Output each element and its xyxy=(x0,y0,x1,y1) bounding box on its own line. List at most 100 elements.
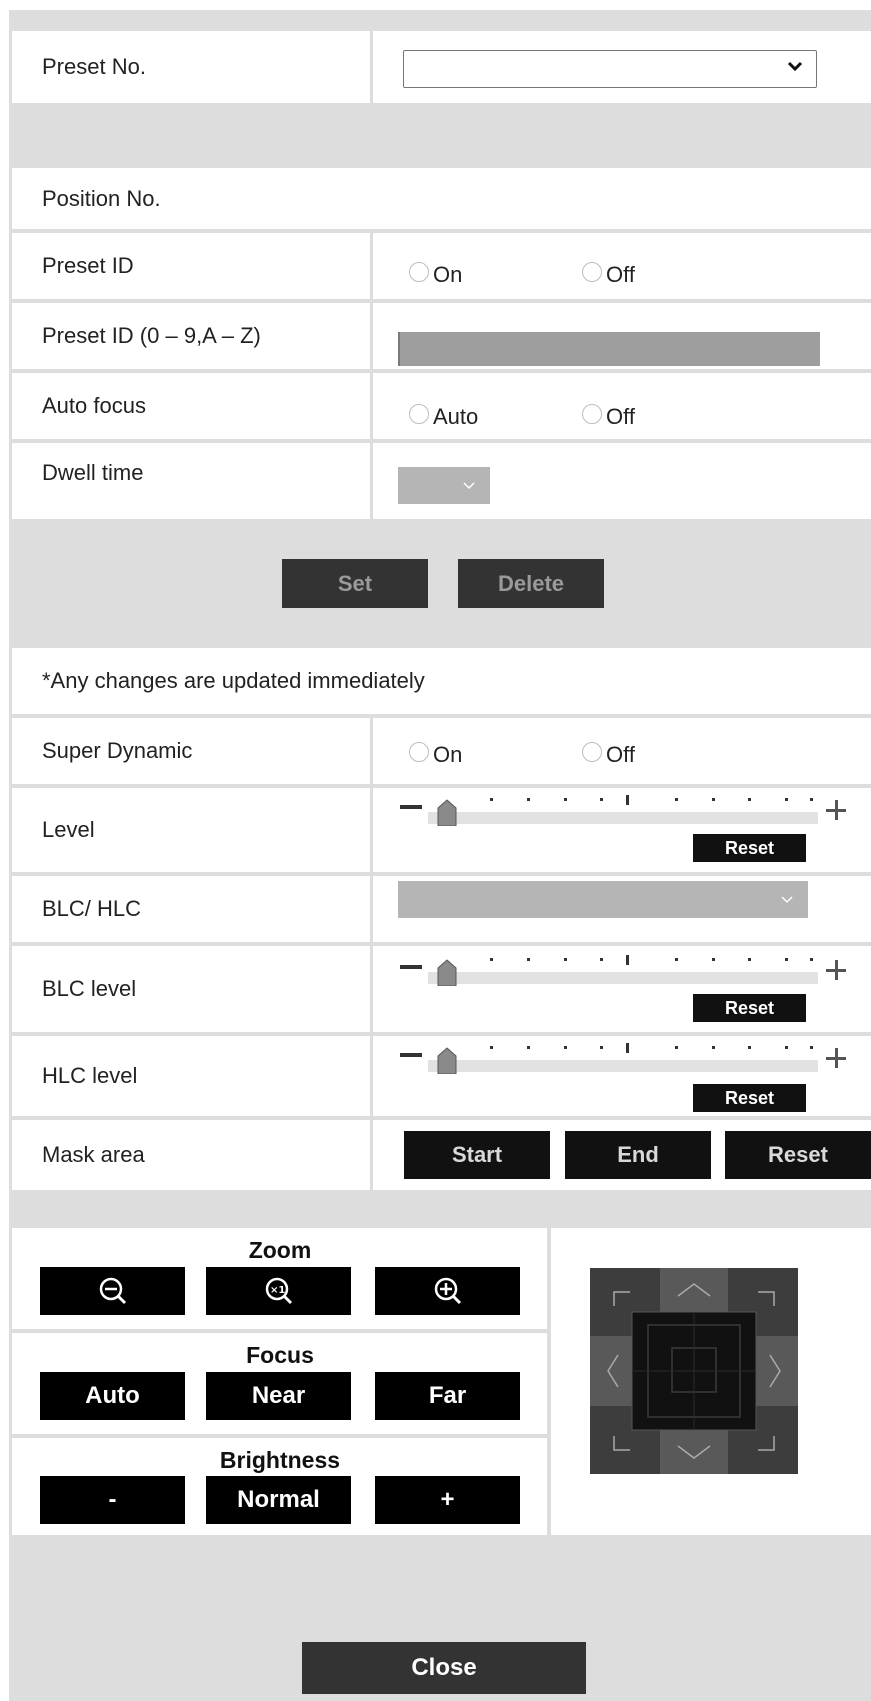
brightness-plus-button[interactable]: + xyxy=(375,1476,520,1524)
delete-button[interactable]: Delete xyxy=(458,559,604,608)
auto-focus-auto-radio[interactable]: Auto xyxy=(409,398,478,430)
focus-auto-button[interactable]: Auto xyxy=(40,1372,185,1420)
super-dynamic-on-label: On xyxy=(433,742,463,767)
chevron-down-icon xyxy=(787,61,803,72)
blc-level-label-cell: BLC level xyxy=(12,946,370,1032)
radio-icon xyxy=(582,742,602,762)
position-label: Position No. xyxy=(42,185,161,211)
pan-left-zone xyxy=(590,1336,632,1406)
minus-icon[interactable] xyxy=(400,1053,422,1057)
zoom-out-icon xyxy=(99,1277,127,1305)
super-dynamic-label-cell: Super Dynamic xyxy=(12,718,370,784)
minus-icon[interactable] xyxy=(400,965,422,969)
auto-focus-label: Auto focus xyxy=(42,393,146,418)
preset-id-input[interactable] xyxy=(398,332,820,366)
pan-up-zone xyxy=(660,1268,728,1312)
super-dynamic-off-radio[interactable]: Off xyxy=(582,736,635,768)
position-row: Position No. xyxy=(9,168,871,229)
super-dynamic-off-label: Off xyxy=(606,742,635,767)
level-reset-button[interactable]: Reset xyxy=(693,834,806,862)
focus-far-button[interactable]: Far xyxy=(375,1372,520,1420)
hlc-level-reset-button[interactable]: Reset xyxy=(693,1084,806,1112)
radio-icon xyxy=(409,742,429,762)
focus-near-button[interactable]: Near xyxy=(206,1372,351,1420)
preset-id-off-label: Off xyxy=(606,262,635,287)
auto-focus-label-cell: Auto focus xyxy=(12,373,370,439)
mask-area-label: Mask area xyxy=(42,1142,145,1167)
ptz-pad-graphic xyxy=(590,1268,798,1474)
slider-dot xyxy=(810,798,813,801)
ptz-control-pad[interactable] xyxy=(590,1268,798,1474)
slider-dot xyxy=(527,1046,530,1049)
focus-title: Focus xyxy=(246,1342,314,1368)
minus-icon[interactable] xyxy=(400,805,422,809)
slider-dot xyxy=(564,1046,567,1049)
slider-dot xyxy=(527,958,530,961)
slider-dot xyxy=(490,798,493,801)
notice-row: *Any changes are updated immediately xyxy=(9,648,871,714)
blc-hlc-label-cell: BLC/ HLC xyxy=(12,876,370,942)
preset-select[interactable] xyxy=(403,50,817,88)
zoom-title: Zoom xyxy=(248,1237,312,1263)
blc-level-label: BLC level xyxy=(42,976,137,1001)
level-label: Level xyxy=(42,817,95,842)
chevron-down-icon xyxy=(463,482,475,490)
super-dynamic-label: Super Dynamic xyxy=(42,738,193,763)
brightness-normal-button[interactable]: Normal xyxy=(206,1476,351,1524)
svg-text:×1: ×1 xyxy=(270,1285,285,1296)
radio-icon xyxy=(582,262,602,282)
plus-icon-vertical xyxy=(835,1048,838,1068)
preset-id-on-label: On xyxy=(433,262,463,287)
preset-id-off-radio[interactable]: Off xyxy=(582,256,635,288)
slider-dot xyxy=(785,798,788,801)
zoom-x1-button[interactable]: ×1 xyxy=(206,1267,351,1315)
mask-reset-button[interactable]: Reset xyxy=(725,1131,871,1179)
blc-hlc-label: BLC/ HLC xyxy=(42,896,142,921)
mask-start-button[interactable]: Start xyxy=(404,1131,550,1179)
auto-focus-off-radio[interactable]: Off xyxy=(582,398,635,430)
notice-text: *Any changes are updated immediately xyxy=(42,668,425,693)
slider-dot xyxy=(712,798,715,801)
level-label-cell: Level xyxy=(12,788,370,872)
preset-label: Preset No. xyxy=(42,54,146,79)
dwell-select[interactable] xyxy=(398,467,490,504)
slider-track[interactable] xyxy=(428,1060,818,1072)
set-button[interactable]: Set xyxy=(282,559,428,608)
slider-thumb[interactable] xyxy=(436,958,458,986)
slider-dot xyxy=(564,798,567,801)
slider-dot xyxy=(785,1046,788,1049)
slider-track[interactable] xyxy=(428,972,818,984)
slider-thumb[interactable] xyxy=(436,1046,458,1074)
zoom-in-button[interactable] xyxy=(375,1267,520,1315)
slider-dot xyxy=(748,798,751,801)
super-dynamic-on-radio[interactable]: On xyxy=(409,736,462,768)
hlc-level-label-cell: HLC level xyxy=(12,1036,370,1116)
blc-level-slider[interactable]: Reset xyxy=(400,950,848,1030)
level-slider[interactable]: Reset xyxy=(400,790,848,870)
zoom-out-button[interactable] xyxy=(40,1267,185,1315)
slider-dot xyxy=(712,958,715,961)
chevron-down-icon xyxy=(781,896,793,904)
mask-area-label-cell: Mask area xyxy=(12,1120,370,1190)
hlc-level-slider[interactable]: Reset xyxy=(400,1038,848,1118)
slider-dot xyxy=(712,1046,715,1049)
slider-dot xyxy=(564,958,567,961)
plus-icon-vertical xyxy=(835,960,838,980)
slider-dot xyxy=(748,1046,751,1049)
radio-icon xyxy=(409,404,429,424)
mask-end-button[interactable]: End xyxy=(565,1131,711,1179)
blc-level-reset-button[interactable]: Reset xyxy=(693,994,806,1022)
blc-hlc-select[interactable] xyxy=(398,881,808,918)
slider-dot xyxy=(810,958,813,961)
preset-label-cell: Preset No. xyxy=(12,31,370,103)
close-button[interactable]: Close xyxy=(302,1642,586,1694)
plus-icon-vertical xyxy=(835,800,838,820)
hlc-level-label: HLC level xyxy=(42,1063,138,1088)
brightness-minus-button[interactable]: - xyxy=(40,1476,185,1524)
slider-thumb[interactable] xyxy=(436,798,458,826)
slider-track[interactable] xyxy=(428,812,818,824)
slider-dot xyxy=(675,1046,678,1049)
slider-dot xyxy=(675,958,678,961)
auto-focus-auto-label: Auto xyxy=(433,404,479,429)
preset-id-on-radio[interactable]: On xyxy=(409,256,462,288)
